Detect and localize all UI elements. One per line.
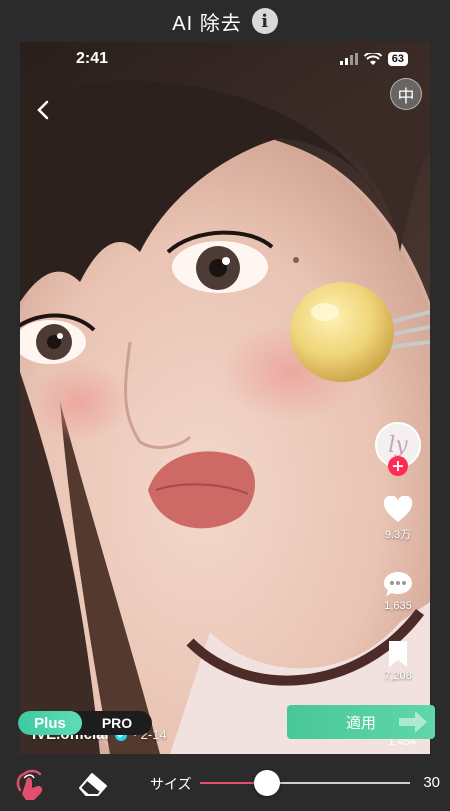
plan-plus-option[interactable]: Plus [18, 711, 82, 735]
follow-plus-icon[interactable]: + [388, 456, 408, 476]
arrow-right-icon [399, 711, 427, 733]
signal-icon [339, 53, 358, 65]
bookmark-icon [389, 641, 407, 667]
back-chevron-icon[interactable] [32, 98, 56, 122]
status-icons: 63 [339, 52, 408, 66]
apply-label: 適用 [345, 714, 376, 732]
apply-button[interactable]: 適用 [287, 705, 435, 739]
avatar-text: ly [388, 432, 408, 458]
eraser-icon[interactable] [76, 768, 110, 798]
info-icon[interactable]: i [251, 8, 278, 34]
wifi-icon [363, 52, 382, 65]
app-header: AI 除去 i [0, 0, 450, 42]
creator-avatar[interactable]: ly + [375, 422, 421, 476]
phone-status-bar: 2:41 63 [20, 42, 430, 76]
like-action[interactable]: 9.3万 [383, 496, 413, 542]
comment-count: 1,635 [384, 600, 412, 612]
battery-indicator: 63 [387, 52, 408, 66]
size-label: サイズ [150, 776, 192, 792]
like-count: 9.3万 [384, 529, 412, 541]
brush-hand-icon[interactable] [12, 764, 50, 802]
comment-icon [384, 572, 412, 596]
save-action[interactable]: 7,208 [384, 640, 412, 682]
edit-canvas[interactable]: 2:41 63 中 ly + 9.3万 1,635 7,208 · 2-14 1… [20, 42, 430, 754]
page-title: AI 除去 [172, 12, 242, 35]
status-time: 2:41 [76, 50, 109, 67]
save-count: 7,208 [384, 670, 412, 682]
size-slider[interactable] [200, 770, 410, 796]
translate-icon[interactable]: 中 [390, 78, 422, 110]
plan-toggle[interactable]: Plus PRO [18, 711, 152, 735]
plan-pro-option[interactable]: PRO [82, 715, 152, 731]
bottom-toolbar: サイズ 30 [0, 754, 450, 811]
heart-icon [383, 496, 413, 522]
size-slider-thumb[interactable] [254, 770, 281, 796]
photo-content [20, 42, 430, 754]
side-action-rail: ly + 9.3万 1,635 7,208 [372, 422, 424, 682]
size-value: 30 [423, 774, 440, 791]
comment-action[interactable]: 1,635 [383, 570, 413, 612]
